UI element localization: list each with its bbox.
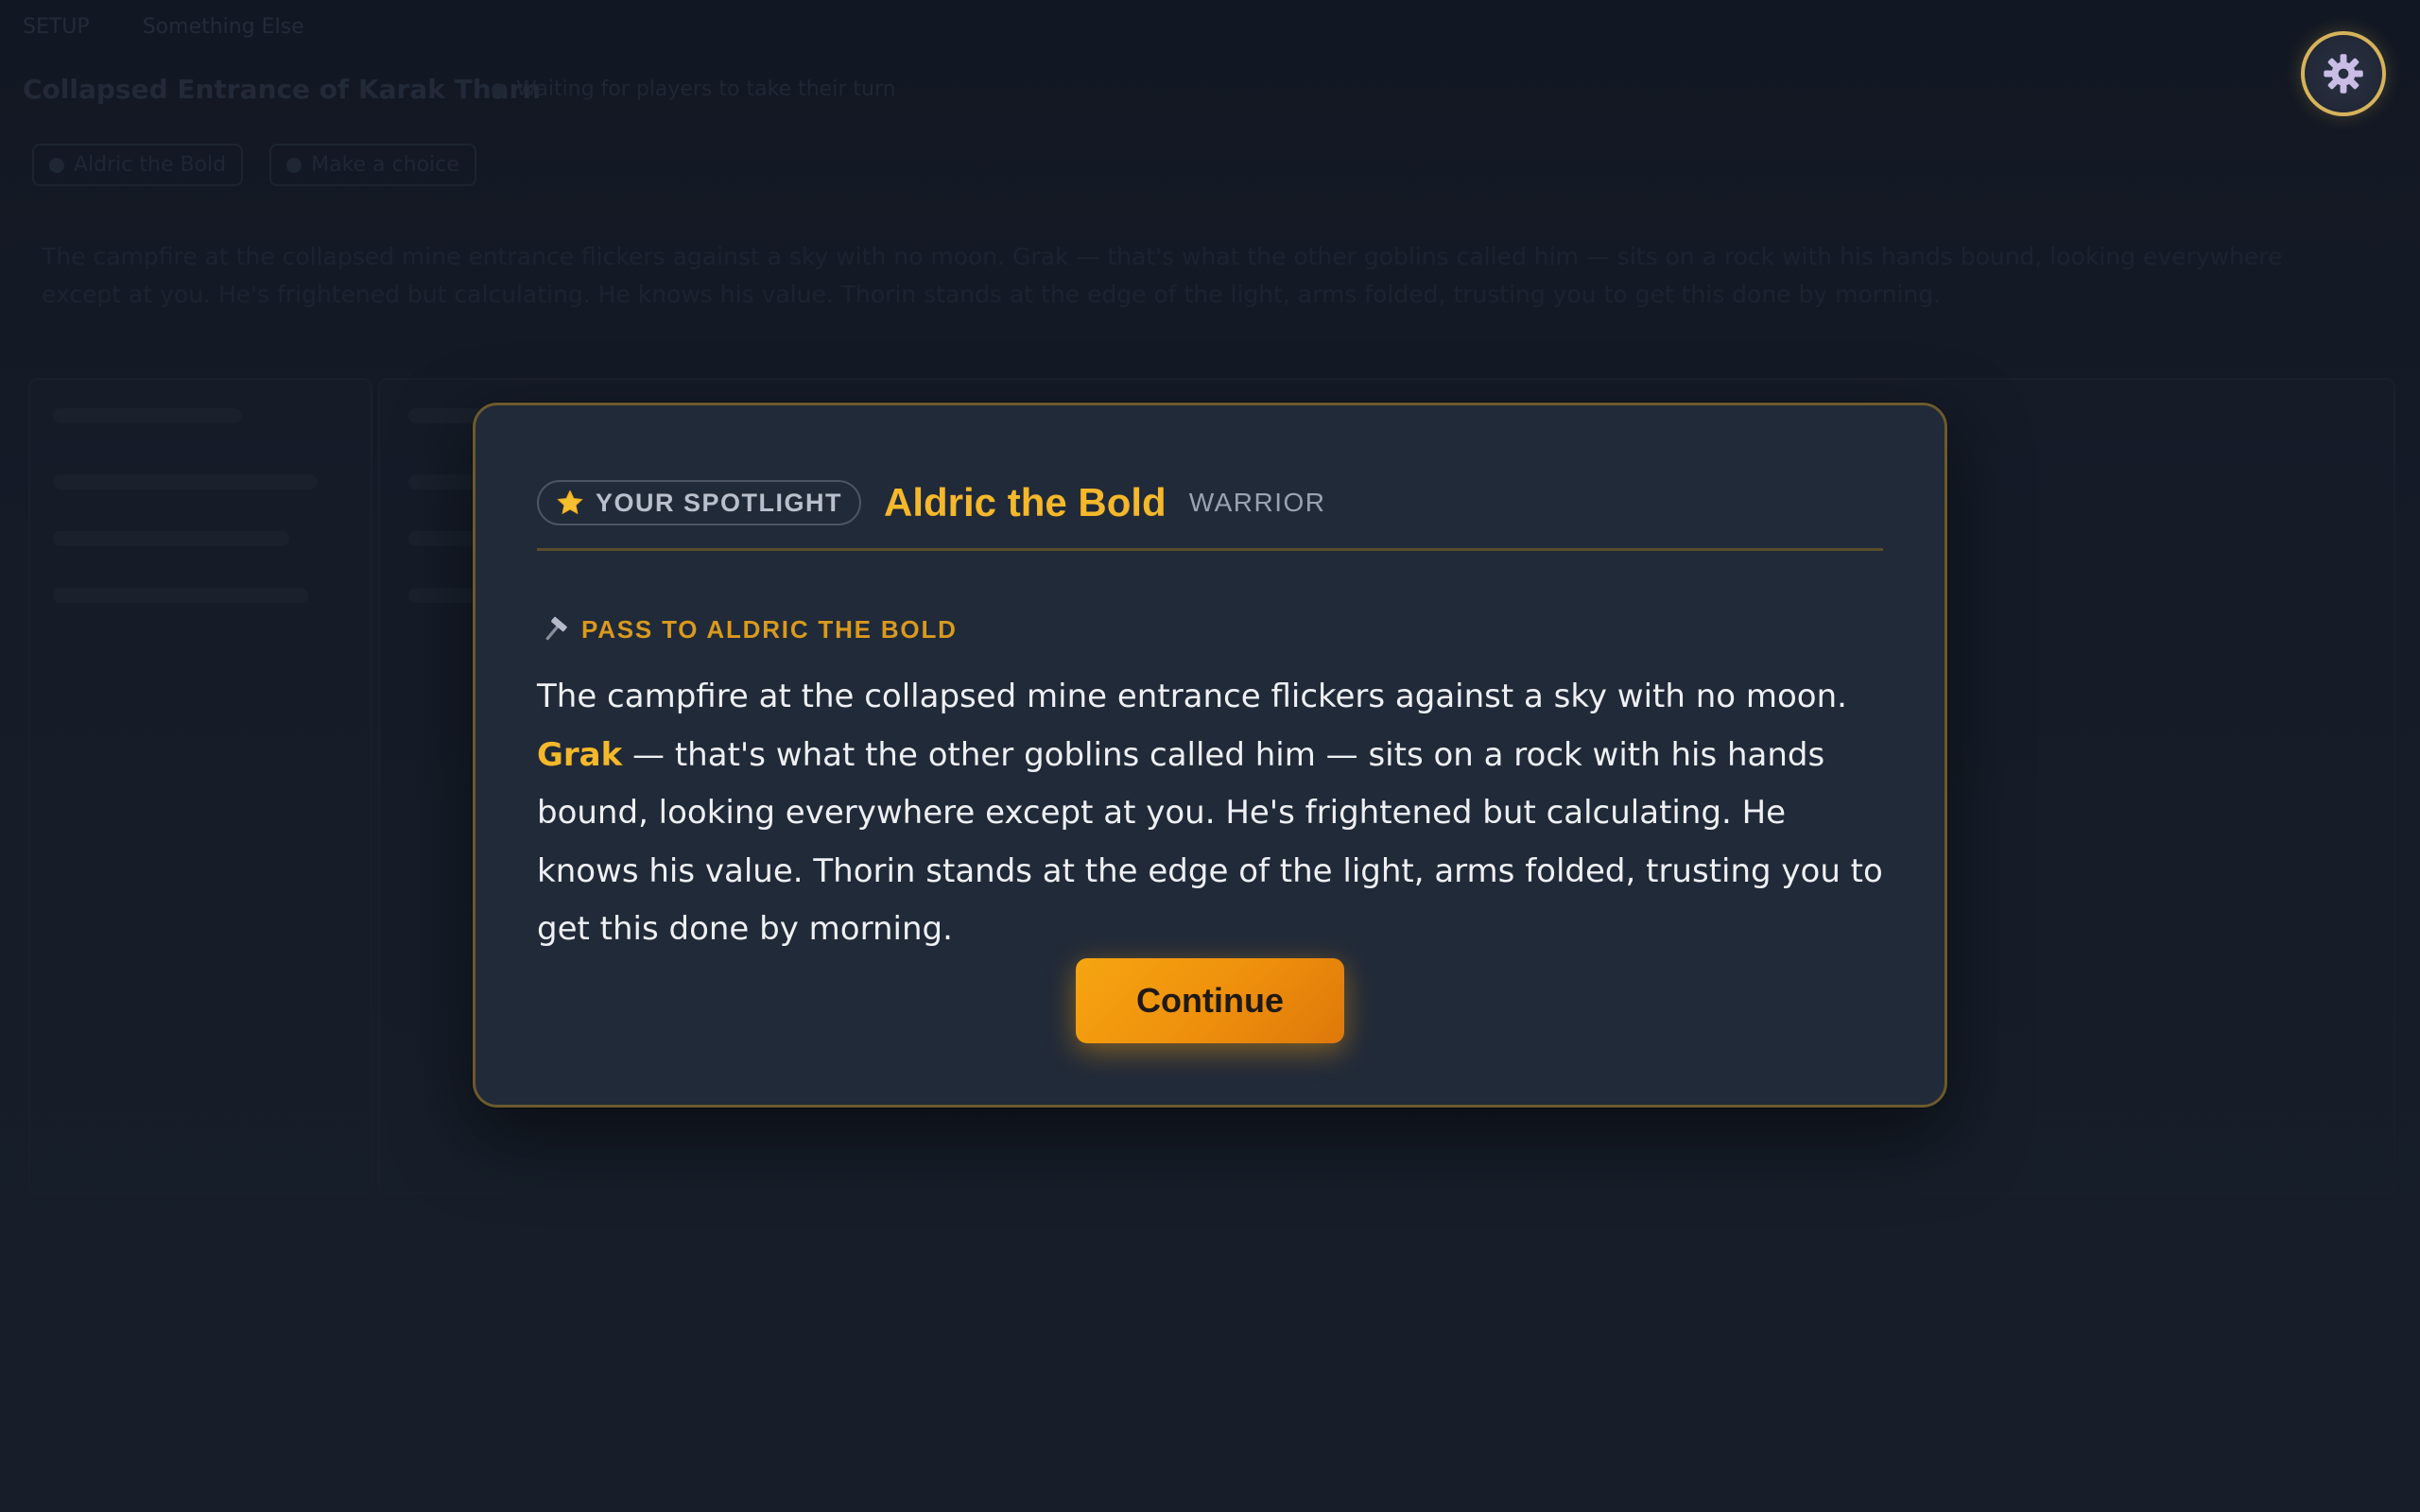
gear-icon: [2324, 54, 2363, 94]
story-text: The campfire at the collapsed mine entra…: [537, 668, 1889, 959]
story-text-part: The campfire at the collapsed mine entra…: [537, 678, 1847, 715]
pass-to-row: PASS TO ALDRIC THE BOLD: [540, 615, 958, 644]
spotlight-badge: YOUR SPOTLIGHT: [537, 480, 862, 525]
game-screen: SETUP Something Else Collapsed Entrance …: [0, 0, 2420, 1512]
npc-name-highlight: Grak: [537, 735, 623, 774]
modal-header: YOUR SPOTLIGHT Aldric the Bold WARRIOR: [537, 470, 1883, 536]
spotlight-modal: YOUR SPOTLIGHT Aldric the Bold WARRIOR P…: [473, 403, 1947, 1108]
continue-button[interactable]: Continue: [1076, 958, 1344, 1043]
story-text-part: — that's what the other goblins called h…: [537, 735, 1883, 949]
spotlight-badge-label: YOUR SPOTLIGHT: [596, 488, 843, 517]
character-name: Aldric the Bold: [884, 480, 1167, 524]
character-class: WARRIOR: [1188, 488, 1326, 517]
settings-button[interactable]: [2301, 31, 2386, 116]
hammer-icon: [545, 616, 567, 640]
header-divider: [537, 548, 1883, 551]
pass-to-label: PASS TO ALDRIC THE BOLD: [581, 615, 958, 644]
star-icon: [557, 490, 583, 514]
